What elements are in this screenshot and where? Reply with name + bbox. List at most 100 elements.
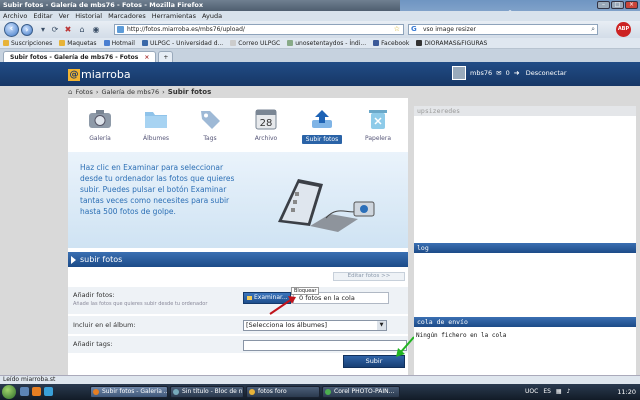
menu-historial[interactable]: Historial <box>75 11 102 21</box>
album-label: Incluir en el álbum: <box>73 321 136 329</box>
page-icon <box>230 40 237 46</box>
addon-icon[interactable]: ◉ <box>91 25 101 35</box>
tags-input[interactable] <box>243 340 407 351</box>
address-url: http://fotos.miarroba.es/mbs76/upload/ <box>127 26 245 33</box>
history-dropdown-icon[interactable]: ▾ <box>38 25 48 35</box>
page-title: Subir fotos <box>167 88 212 96</box>
photo-section-nav: Galería Álbumes Tags 28 Archivo Subir fo… <box>68 102 408 150</box>
clock[interactable]: 11:20 <box>617 387 636 397</box>
chevron-down-icon: ▼ <box>377 321 386 330</box>
bookmark-item[interactable]: unosetentaydos - Índi... <box>287 38 366 48</box>
add-photos-label: Añadir fotos: <box>73 291 115 299</box>
status-bar: Leído miarroba.st <box>0 375 640 384</box>
trash-icon <box>369 110 387 129</box>
breadcrumb-gallery[interactable]: Galería de mbs76 <box>101 87 159 98</box>
new-tab-button[interactable]: + <box>158 51 174 62</box>
mail-icon[interactable]: ✉ <box>496 69 501 77</box>
home-icon[interactable]: ⌂ <box>77 25 87 35</box>
site-favicon-icon <box>117 26 124 33</box>
bookmark-item[interactable]: Maquetas <box>59 38 97 48</box>
page-icon <box>416 40 423 46</box>
window-title: Subir fotos - Galería de mbs76 - Fotos -… <box>3 1 204 9</box>
network-icon[interactable]: ▦ <box>556 387 562 397</box>
adblock-icon[interactable]: ABP <box>616 22 631 37</box>
svg-text:28: 28 <box>260 118 273 129</box>
menu-ver[interactable]: Ver <box>59 11 70 21</box>
task-firefox[interactable]: Subir fotos - Galería ... <box>90 386 168 398</box>
folder-icon <box>145 112 167 128</box>
bookmark-item[interactable]: DIORAMAS&FIGURAS <box>416 38 487 48</box>
ie-icon[interactable] <box>44 387 53 396</box>
menu-ayuda[interactable]: Ayuda <box>202 11 222 21</box>
stop-icon[interactable]: ✖ <box>63 25 73 35</box>
start-button[interactable] <box>2 385 16 399</box>
search-icon[interactable]: ⌕ <box>591 25 595 34</box>
back-button[interactable]: ‹ <box>4 22 19 37</box>
language-indicator[interactable]: UOC <box>525 387 538 397</box>
bookmark-item[interactable]: ULPGC - Universidad d... <box>141 38 223 48</box>
minimize-button[interactable]: – <box>597 1 610 9</box>
queue-bar: cola de envío <box>414 317 636 327</box>
album-select[interactable]: [Selecciona los álbumes] ▼ <box>243 320 387 331</box>
quick-launch <box>20 387 53 396</box>
bookmark-star-icon[interactable]: ☆ <box>394 25 400 34</box>
close-button[interactable]: × <box>625 1 638 9</box>
bookmark-item[interactable]: Hotmail <box>103 38 135 48</box>
nav-subir-fotos[interactable]: Subir fotos <box>302 102 342 144</box>
upload-instructions: Haz clic en Examinar para seleccionar de… <box>80 163 235 216</box>
address-bar[interactable]: http://fotos.miarroba.es/mbs76/upload/ ☆ <box>114 24 404 35</box>
log-bar: log <box>414 243 636 253</box>
red-arrow-annotation <box>269 296 296 315</box>
edit-photos-button[interactable]: Editar fotos >> <box>333 272 405 281</box>
upload-panel: Galería Álbumes Tags 28 Archivo Subir fo… <box>68 98 415 375</box>
bookmark-item[interactable]: Suscripciones <box>3 38 52 48</box>
menu-archivo[interactable]: Archivo <box>3 11 27 21</box>
message-count: 0 <box>505 69 510 77</box>
search-box[interactable]: G vso image resizer ⌕ <box>408 24 598 35</box>
task-notepad[interactable]: Sin título - Bloc de n... <box>170 386 244 398</box>
nav-galeria[interactable]: Galería <box>80 102 120 142</box>
logout-icon[interactable]: ➜ <box>514 69 522 77</box>
page-icon <box>287 40 294 46</box>
upload-icon <box>312 110 332 128</box>
task-corel[interactable]: Corel PHOTO-PAIN... <box>322 386 400 398</box>
menu-editar[interactable]: Editar <box>33 11 52 21</box>
tag-icon <box>201 111 220 129</box>
menu-herramientas[interactable]: Herramientas <box>152 11 196 21</box>
avatar[interactable] <box>452 66 466 80</box>
tags-label: Añadir tags: <box>73 340 113 348</box>
maximize-button[interactable]: □ <box>611 1 624 9</box>
nav-tags[interactable]: Tags <box>190 102 230 142</box>
firefox-icon[interactable] <box>32 387 41 396</box>
bookmark-item[interactable]: Correo ULPGC <box>230 38 280 48</box>
bookmark-item[interactable]: Facebook <box>373 38 409 48</box>
navigation-toolbar: ‹ › ▾ ⟳ ✖ ⌂ ◉ http://fotos.miarroba.es/m… <box>0 21 640 38</box>
window-controls: – □ × <box>597 1 638 9</box>
volume-icon[interactable]: ♪ <box>567 387 571 397</box>
nav-archivo[interactable]: 28 Archivo <box>246 102 286 142</box>
reload-icon[interactable]: ⟳ <box>50 25 60 35</box>
username[interactable]: mbs76 <box>470 69 492 77</box>
tab-subir-fotos[interactable]: Subir fotos - Galería de mbs76 - Fotos × <box>3 51 157 62</box>
site-logo[interactable]: @ miarroba <box>68 67 131 82</box>
close-tab-icon[interactable]: × <box>144 54 149 61</box>
uploader-top-bar: upsizeredes <box>414 106 636 116</box>
nav-albumes[interactable]: Álbumes <box>136 102 176 142</box>
breadcrumb-fotos[interactable]: Fotos <box>75 87 92 98</box>
menu-bar: Archivo Editar Ver Historial Marcadores … <box>0 11 640 21</box>
task-fotos-foro[interactable]: fotos foro <box>246 386 320 398</box>
menu-marcadores[interactable]: Marcadores <box>108 11 146 21</box>
camera-icon <box>89 110 111 128</box>
page-content: @ miarroba mbs76 ✉ 0 ➜ Desconectar ⌂ Fot… <box>0 62 640 375</box>
nav-papelera[interactable]: Papelera <box>358 102 398 142</box>
locale-indicator[interactable]: ES <box>543 387 551 397</box>
facebook-icon <box>373 40 380 46</box>
add-photos-row: Añadir fotos: Añade las fotos que quiere… <box>68 286 408 314</box>
logout-link[interactable]: Desconectar <box>526 69 567 77</box>
forward-button[interactable]: › <box>21 24 33 36</box>
green-arrow-annotation <box>396 336 415 357</box>
system-tray: UOC ES ▦ ♪ <box>525 387 570 397</box>
home-icon[interactable]: ⌂ <box>68 87 72 98</box>
desktop-icon[interactable] <box>20 387 29 396</box>
site-header: @ miarroba mbs76 ✉ 0 ➜ Desconectar <box>0 62 640 86</box>
